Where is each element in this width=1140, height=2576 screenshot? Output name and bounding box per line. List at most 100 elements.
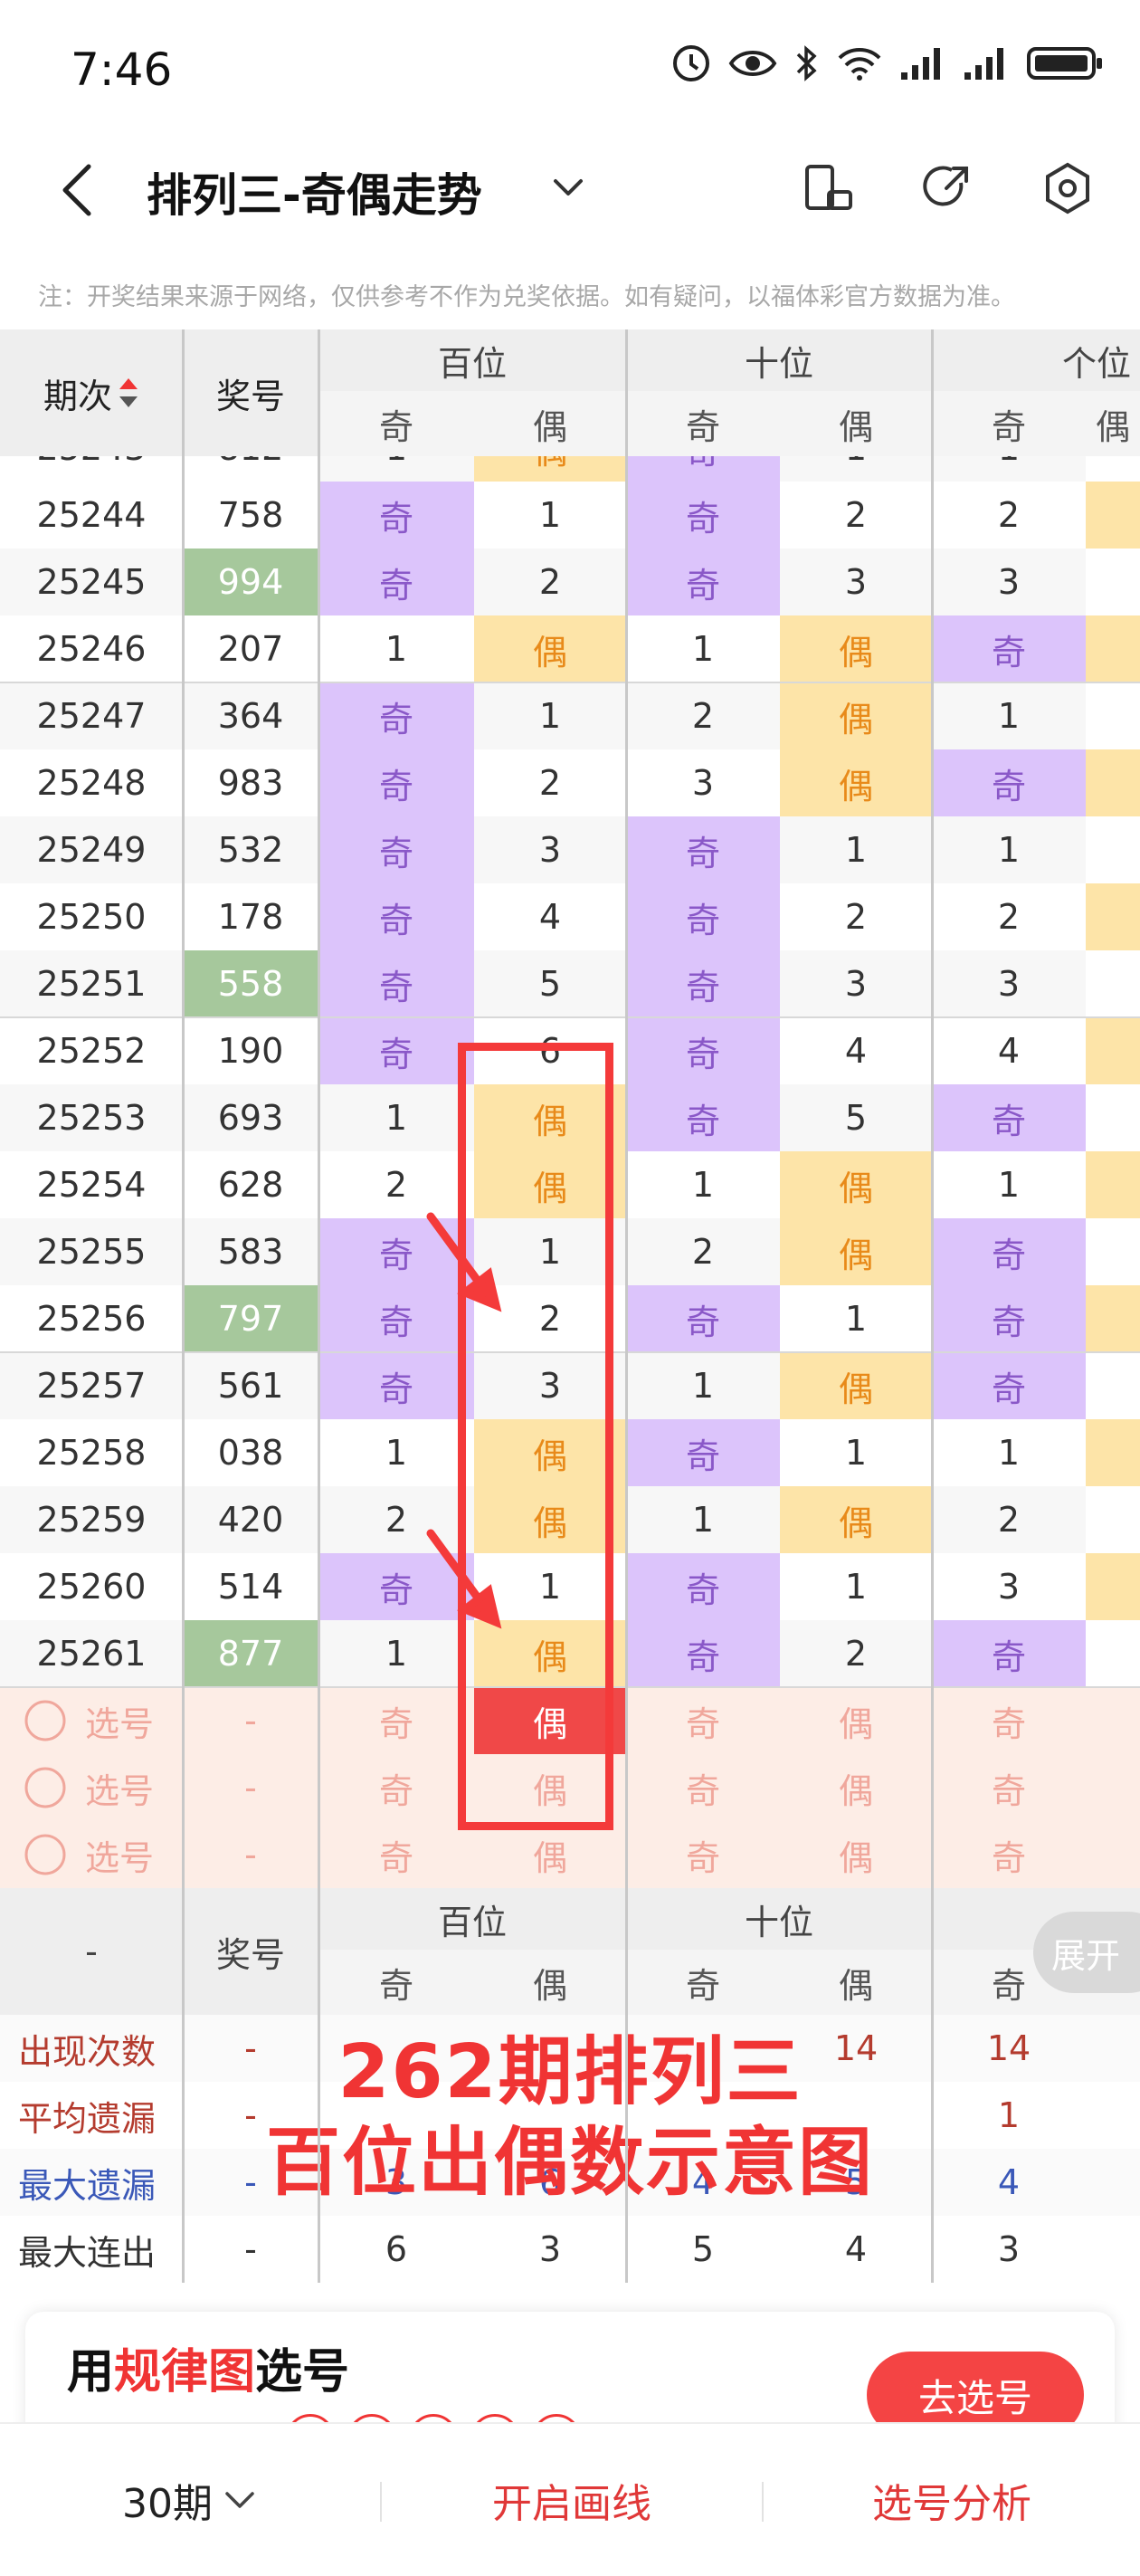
trend-cell: 3 (626, 749, 780, 816)
trend-cell[interactable]: 奇 (932, 1754, 1086, 1821)
trend-cell-partial (1086, 1419, 1140, 1486)
select-row-dash: - (183, 1687, 318, 1754)
sub-header: 偶 (474, 391, 626, 456)
trend-cell: 1 (626, 1486, 780, 1553)
trend-cell: 1 (626, 615, 780, 682)
period-header-label: 期次 (43, 376, 112, 416)
draw-line-button[interactable]: 开启画线 (382, 2424, 762, 2576)
trend-cell[interactable]: 奇 (318, 1687, 474, 1754)
stats-row-dash: - (183, 2216, 318, 2283)
footer-number-header: 奖号 (183, 1888, 318, 2015)
sub-header: 奇 (932, 391, 1086, 456)
trend-cell: 奇 (318, 1553, 474, 1620)
trend-cell: 偶 (780, 682, 932, 749)
column-divider (931, 329, 934, 2283)
trend-cell[interactable]: 奇 (626, 1754, 780, 1821)
radio-circle-icon[interactable] (24, 1699, 67, 1742)
table-row-period: 25255 (0, 1218, 183, 1285)
select-row-dash: - (183, 1754, 318, 1821)
trend-cell: 2 (932, 883, 1086, 950)
trend-cell: 5 (780, 1084, 932, 1151)
trend-cell: 1 (932, 1151, 1086, 1218)
signal-icon-2 (964, 48, 1003, 80)
trend-cell: 奇 (626, 1553, 780, 1620)
trend-cell: 偶 (780, 1218, 932, 1285)
group-header: 个位 (932, 329, 1140, 391)
select-row-label[interactable]: 选号 (0, 1687, 183, 1754)
trend-cell[interactable]: 奇 (932, 1821, 1086, 1888)
table-row-period: 25254 (0, 1151, 183, 1218)
share-icon[interactable] (919, 161, 974, 215)
trend-cell: 1 (318, 1620, 474, 1687)
stats-value-partial (1086, 2216, 1140, 2283)
table-row-period: 25246 (0, 615, 183, 682)
radio-circle-icon[interactable] (24, 1833, 67, 1876)
select-label-text: 选号 (85, 1770, 155, 1811)
table-row-number: 561 (183, 1352, 318, 1419)
trend-cell: 奇 (626, 883, 780, 950)
select-row-label[interactable]: 选号 (0, 1754, 183, 1821)
trend-cell: 1 (780, 1419, 932, 1486)
trend-cell-partial (1086, 1486, 1140, 1553)
trend-cell: 2 (932, 1486, 1086, 1553)
status-time: 7:46 (71, 43, 173, 96)
trend-cell: 奇 (626, 549, 780, 615)
table-row-number: 994 (183, 549, 318, 615)
sub-header: 奇 (318, 391, 474, 456)
number-analysis-button[interactable]: 选号分析 (764, 2424, 1140, 2576)
trend-cell: 4 (474, 883, 626, 950)
select-row-label[interactable]: 选号 (0, 1821, 183, 1888)
table-row-number: 758 (183, 482, 318, 549)
phone-rotate-icon[interactable] (802, 161, 856, 215)
trend-cell: 3 (780, 549, 932, 615)
period-label: 30期 (122, 2481, 213, 2527)
table-row-number: 038 (183, 1419, 318, 1486)
table-row-number: 532 (183, 816, 318, 883)
status-bar: 7:46 (0, 0, 1140, 136)
settings-hexagon-icon[interactable] (1040, 161, 1095, 215)
trend-cell: 奇 (626, 1017, 780, 1084)
trend-cell[interactable]: 偶 (780, 1687, 932, 1754)
trend-table: 期次奖号百位十位个位奇偶奇偶奇偶252438121偶奇1125244758奇1奇… (0, 329, 1140, 2285)
table-row-number: 558 (183, 950, 318, 1017)
table-row-period: 25250 (0, 883, 183, 950)
trend-cell[interactable]: 奇 (626, 1687, 780, 1754)
trend-cell: 2 (474, 749, 626, 816)
trend-cell: 1 (318, 1084, 474, 1151)
trend-cell[interactable]: 奇 (932, 1687, 1086, 1754)
trend-cell[interactable]: 偶 (780, 1821, 932, 1888)
trend-cell: 奇 (318, 482, 474, 549)
expand-button[interactable]: 展开 (1033, 1912, 1140, 1993)
trend-cell: 1 (780, 1553, 932, 1620)
trend-cell: 奇 (318, 950, 474, 1017)
table-row-period: 25248 (0, 749, 183, 816)
trend-cell: 5 (474, 950, 626, 1017)
trend-cell: 1 (318, 615, 474, 682)
trend-cell[interactable]: 偶 (780, 1754, 932, 1821)
radio-circle-icon[interactable] (24, 1766, 67, 1809)
trend-cell: 偶 (780, 1151, 932, 1218)
table-row-period: 25256 (0, 1285, 183, 1352)
chevron-down-icon[interactable] (550, 174, 586, 201)
trend-cell: 奇 (318, 1017, 474, 1084)
trend-cell: 奇 (626, 1620, 780, 1687)
trend-cell-partial (1086, 549, 1140, 615)
bluetooth-icon (796, 45, 817, 81)
trend-cell: 1 (626, 1352, 780, 1419)
trend-cell: 2 (318, 1151, 474, 1218)
back-arrow-icon[interactable] (54, 161, 100, 219)
table-row-number: 364 (183, 682, 318, 749)
trend-cell: 奇 (626, 816, 780, 883)
trend-cell[interactable]: 奇 (626, 1821, 780, 1888)
sort-icon[interactable] (118, 375, 139, 411)
trend-cell: 1 (932, 682, 1086, 749)
table-row-number: 514 (183, 1553, 318, 1620)
trend-cell[interactable]: 偶 (474, 1821, 626, 1888)
period-selector[interactable]: 30期 (0, 2424, 380, 2576)
trend-cell[interactable]: 奇 (318, 1754, 474, 1821)
trend-cell[interactable]: 奇 (318, 1821, 474, 1888)
trend-cell: 3 (932, 950, 1086, 1017)
trend-cell: 3 (474, 816, 626, 883)
bottom-toolbar: 30期 开启画线 选号分析 (0, 2422, 1140, 2576)
column-divider (182, 329, 185, 2283)
